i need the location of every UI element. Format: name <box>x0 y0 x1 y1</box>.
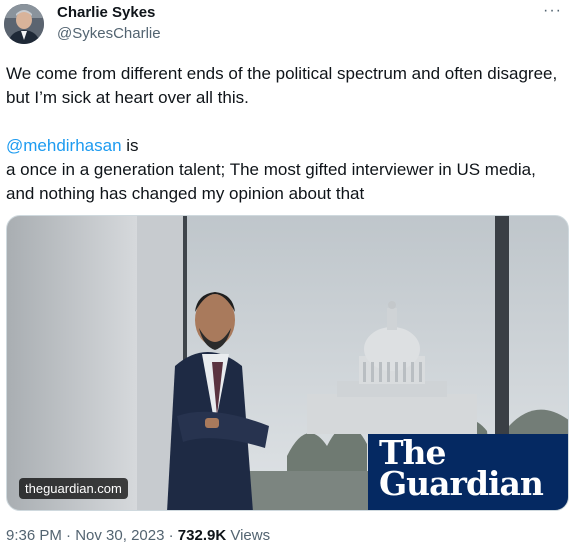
meta-separator: · <box>66 527 72 544</box>
views-label: Views <box>230 527 271 544</box>
source-domain-badge: theguardian.com <box>19 478 128 499</box>
author-handle[interactable]: @SykesCharlie <box>57 25 161 42</box>
meta-separator-2: · <box>168 527 174 544</box>
avatar[interactable] <box>4 4 44 44</box>
avatar-image <box>4 4 44 44</box>
tweet-text: We come from different ends of the polit… <box>6 62 568 206</box>
tweet-paragraph-3: a once in a generation talent; The most … <box>6 160 536 203</box>
more-horizontal-icon[interactable]: ··· <box>543 2 562 20</box>
media-card[interactable]: theguardian.com The Guardian <box>6 215 569 511</box>
mention-link[interactable]: @mehdirhasan <box>6 136 122 155</box>
guardian-logo-name: Guardian <box>379 464 544 503</box>
tweet-time[interactable]: 9:36 PM <box>6 527 62 544</box>
tweet-paragraph-2: @mehdirhasan is <box>6 134 568 158</box>
author-display-name[interactable]: Charlie Sykes <box>57 4 155 21</box>
tweet-meta: 9:36 PM · Nov 30, 2023 · 732.9K Views <box>6 527 270 544</box>
tweet-paragraph-1: We come from different ends of the polit… <box>6 64 558 107</box>
guardian-logo: The Guardian <box>368 434 568 510</box>
mention-suffix: is <box>121 136 139 155</box>
views-count: 732.9K <box>177 527 227 544</box>
tweet-date[interactable]: Nov 30, 2023 <box>75 527 164 544</box>
